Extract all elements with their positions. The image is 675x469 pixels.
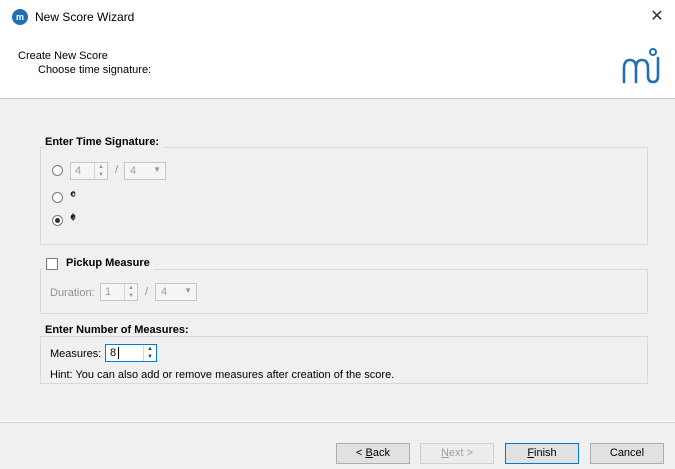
- measures-value[interactable]: 8: [110, 347, 116, 359]
- header-subtitle: Choose time signature:: [38, 64, 152, 76]
- next-rest: ext >: [448, 447, 474, 459]
- numerator-stepper[interactable]: ▲ ▼: [94, 163, 107, 179]
- window-title: New Score Wizard: [35, 10, 135, 24]
- spin-down-icon[interactable]: ▼: [125, 292, 137, 300]
- pickup-numerator-spinbox[interactable]: 1 ▲ ▼: [100, 283, 138, 301]
- back-rest: ack: [372, 447, 390, 459]
- spin-down-icon[interactable]: ▼: [95, 171, 107, 179]
- spin-up-icon[interactable]: ▲: [125, 284, 137, 292]
- pickup-denominator-value: 4: [161, 286, 168, 298]
- spin-down-icon[interactable]: ▼: [144, 353, 156, 361]
- spin-up-icon[interactable]: ▲: [95, 163, 107, 171]
- time-signature-separator: /: [115, 164, 119, 176]
- time-signature-numerator-value: 4: [75, 165, 82, 177]
- wizard-content: Enter Time Signature: 4 ▲ ▼ / 4 ▼ 𝄴 𝄵 Pic…: [0, 99, 675, 421]
- time-signature-numerator-spinbox[interactable]: 4 ▲ ▼: [70, 162, 108, 180]
- chevron-down-icon: ▼: [153, 165, 161, 174]
- musescore-app-icon: m: [12, 9, 28, 25]
- back-button[interactable]: < Back: [336, 443, 410, 464]
- musescore-logo-icon: [622, 48, 660, 84]
- finish-button[interactable]: Finish: [505, 443, 579, 464]
- common-time-radio[interactable]: [52, 192, 63, 203]
- next-button[interactable]: Next >: [420, 443, 494, 464]
- text-cursor: [118, 347, 119, 359]
- finish-rest: inish: [534, 447, 557, 459]
- pickup-measure-label[interactable]: Pickup Measure: [66, 257, 154, 269]
- pickup-separator: /: [145, 286, 149, 298]
- measures-stepper[interactable]: ▲ ▼: [143, 345, 156, 361]
- back-prefix: <: [356, 447, 366, 459]
- time-signature-denominator-combo[interactable]: 4 ▼: [124, 162, 166, 180]
- common-time-symbol: 𝄴: [70, 188, 76, 203]
- title-bar: m New Score Wizard ✕: [0, 0, 675, 34]
- measures-group-label: Enter Number of Measures:: [45, 324, 193, 336]
- chevron-down-icon: ▼: [184, 286, 192, 295]
- wizard-footer: < Back Next > Finish Cancel: [0, 422, 675, 469]
- pickup-measure-checkbox[interactable]: [46, 258, 58, 270]
- cut-time-symbol: 𝄵: [70, 211, 76, 226]
- time-signature-denominator-value: 4: [130, 165, 137, 177]
- pickup-duration-label: Duration:: [50, 287, 95, 299]
- pickup-denominator-combo[interactable]: 4 ▼: [155, 283, 197, 301]
- pickup-numerator-stepper[interactable]: ▲ ▼: [124, 284, 137, 300]
- measures-hint: Hint: You can also add or remove measure…: [50, 369, 395, 381]
- time-signature-group-label: Enter Time Signature:: [45, 136, 164, 148]
- pickup-numerator-value: 1: [105, 286, 112, 298]
- cancel-button[interactable]: Cancel: [590, 443, 664, 464]
- cut-time-radio[interactable]: [52, 215, 63, 226]
- measures-label: Measures:: [50, 348, 102, 360]
- measures-spinbox[interactable]: 8 ▲ ▼: [105, 344, 157, 362]
- back-mnemonic: B: [365, 447, 373, 459]
- header-title: Create New Score: [18, 50, 108, 62]
- spin-up-icon[interactable]: ▲: [144, 345, 156, 353]
- wizard-header: Create New Score Choose time signature:: [0, 34, 675, 99]
- next-mnemonic: N: [440, 447, 449, 459]
- close-button[interactable]: ✕: [639, 0, 675, 34]
- time-signature-numeric-radio[interactable]: [52, 165, 63, 176]
